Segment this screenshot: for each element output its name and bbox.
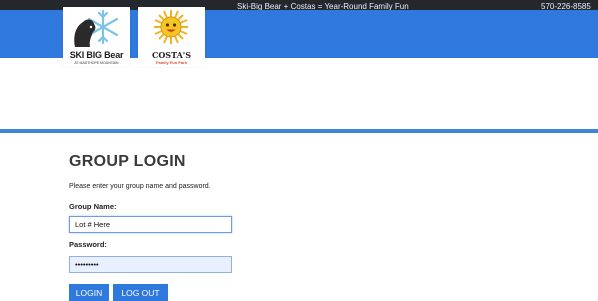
page-title: GROUP LOGIN (69, 153, 186, 170)
logo-name: COSTA'S (151, 50, 192, 60)
ski-big-bear-logo[interactable]: SKI BIG Bear AT MASTHOPE MOUNTAIN (63, 7, 130, 67)
login-instructions: Please enter your group name and passwor… (69, 183, 211, 190)
logo-subtitle: AT MASTHOPE MOUNTAIN (74, 61, 119, 65)
group-name-label: Group Name: (69, 202, 117, 211)
password-label: Password: (69, 240, 107, 249)
section-divider (0, 129, 598, 133)
logout-button[interactable]: LOG OUT (113, 284, 168, 301)
logo-subtitle: Family Fun Park (156, 60, 187, 65)
login-button[interactable]: LOGIN (69, 284, 109, 301)
group-name-input[interactable] (69, 216, 232, 233)
bear-snowflake-icon (74, 9, 119, 47)
sun-face-icon (154, 10, 188, 44)
costas-logo[interactable]: COSTA'S Family Fun Park (138, 7, 205, 67)
logo-name: SKI BIG Bear (69, 50, 124, 60)
password-input[interactable] (69, 256, 232, 273)
